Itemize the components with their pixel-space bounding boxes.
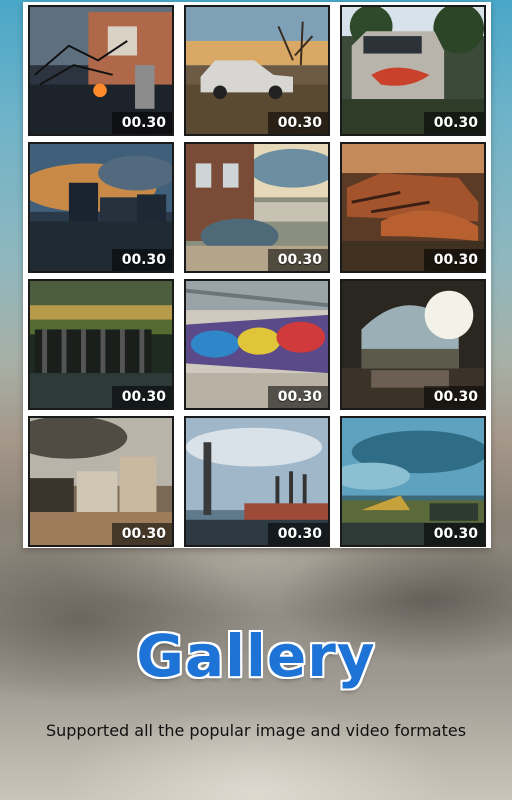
gallery-item[interactable]: 00.30 xyxy=(340,142,486,273)
duration-badge: 00.30 xyxy=(423,249,484,271)
duration-badge: 00.30 xyxy=(111,249,172,271)
duration-badge: 00.30 xyxy=(423,112,484,134)
duration-badge: 00.30 xyxy=(111,523,172,545)
gallery-item[interactable]: 00.30 xyxy=(28,279,174,410)
duration-badge: 00.30 xyxy=(111,112,172,134)
gallery-item[interactable]: 00.30 xyxy=(184,5,330,136)
page-subtitle: Supported all the popular image and vide… xyxy=(45,721,467,740)
gallery-item[interactable]: 00.30 xyxy=(28,416,174,547)
duration-badge: 00.30 xyxy=(111,386,172,408)
duration-badge: 00.30 xyxy=(267,386,328,408)
duration-badge: 00.30 xyxy=(423,523,484,545)
duration-badge: 00.30 xyxy=(267,112,328,134)
duration-badge: 00.30 xyxy=(267,249,328,271)
duration-badge: 00.30 xyxy=(423,386,484,408)
gallery-item[interactable]: 00.30 xyxy=(28,142,174,273)
gallery-panel: 00.30 00.30 00.30 00.30 00.30 00.30 00.3… xyxy=(23,2,491,548)
gallery-item[interactable]: 00.30 xyxy=(340,416,486,547)
page-title: Gallery xyxy=(136,622,376,690)
duration-badge: 00.30 xyxy=(267,523,328,545)
gallery-item[interactable]: 00.30 xyxy=(184,279,330,410)
gallery-grid: 00.30 00.30 00.30 00.30 00.30 00.30 00.3… xyxy=(28,5,486,547)
gallery-item[interactable]: 00.30 xyxy=(184,142,330,273)
gallery-item[interactable]: 00.30 xyxy=(28,5,174,136)
gallery-item[interactable]: 00.30 xyxy=(340,5,486,136)
gallery-item[interactable]: 00.30 xyxy=(184,416,330,547)
gallery-item[interactable]: 00.30 xyxy=(340,279,486,410)
